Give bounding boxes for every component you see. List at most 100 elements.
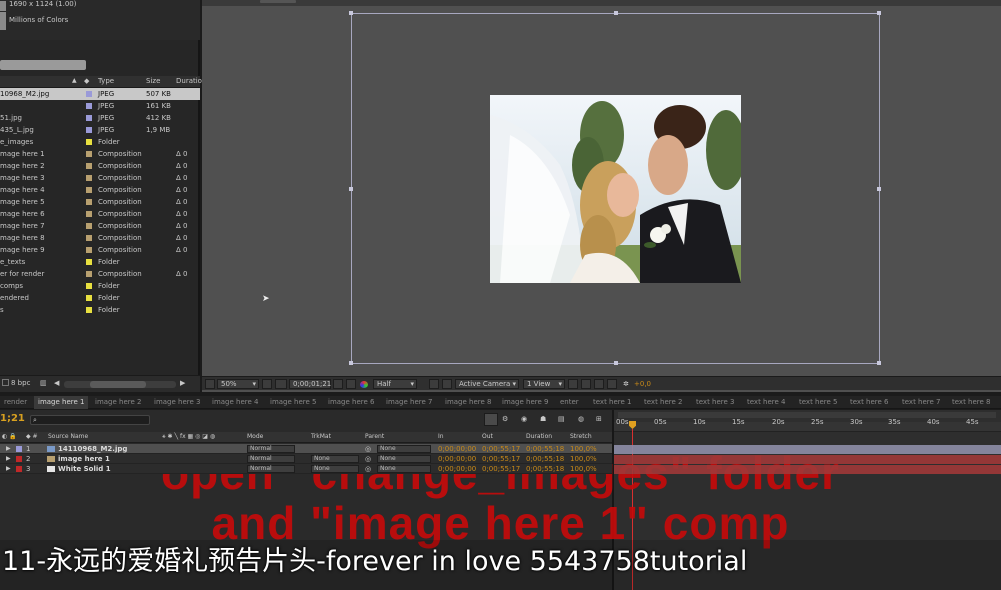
- timeline-tab[interactable]: text here 6: [846, 396, 893, 409]
- color-channel-icon[interactable]: [360, 381, 368, 388]
- project-item[interactable]: e_images Folder: [0, 136, 200, 148]
- exposure-value[interactable]: +0,0: [634, 378, 651, 390]
- column-stretch[interactable]: Stretch: [570, 431, 592, 443]
- scroll-left-icon[interactable]: ◀: [54, 377, 59, 389]
- project-item[interactable]: mage here 4 Composition Δ 0: [0, 184, 200, 196]
- layer-duration-bar[interactable]: [614, 455, 1001, 464]
- scroll-right-icon[interactable]: ▶: [180, 377, 185, 389]
- current-time-display[interactable]: 0;00;01;21: [289, 379, 331, 389]
- label-color-swatch[interactable]: [86, 151, 92, 157]
- region-of-interest-icon[interactable]: [275, 379, 287, 389]
- project-item[interactable]: mage here 2 Composition Δ 0: [0, 160, 200, 172]
- column-trkmat[interactable]: TrkMat: [311, 431, 331, 443]
- always-preview-icon[interactable]: [205, 379, 215, 389]
- label-color-swatch[interactable]: [86, 307, 92, 313]
- flowchart-view-icon[interactable]: [607, 379, 617, 389]
- layer-parent-select[interactable]: None: [377, 465, 431, 473]
- timeline-tab[interactable]: text here 1: [589, 396, 636, 409]
- timeline-tab[interactable]: image here 6: [324, 396, 378, 409]
- timeline-tab[interactable]: image here 4: [208, 396, 262, 409]
- frame-handle[interactable]: [349, 361, 353, 365]
- label-color-swatch[interactable]: [86, 115, 92, 121]
- timeline-tab[interactable]: text here 7: [898, 396, 945, 409]
- label-color-swatch[interactable]: [86, 235, 92, 241]
- timeline-tab[interactable]: text here 4: [743, 396, 790, 409]
- toggle-pixel-aspect-icon[interactable]: [568, 379, 578, 389]
- project-item[interactable]: er for render Composition Δ 0: [0, 268, 200, 280]
- draft-3d-icon[interactable]: ◉: [521, 413, 527, 425]
- label-color-swatch[interactable]: [16, 446, 22, 452]
- frame-handle[interactable]: [877, 11, 881, 15]
- timeline-tab[interactable]: image here 8: [441, 396, 495, 409]
- column-source-name[interactable]: Source Name: [48, 431, 88, 443]
- transparency-grid-icon[interactable]: [429, 379, 439, 389]
- twirl-icon[interactable]: ▶: [6, 463, 11, 475]
- column-parent[interactable]: Parent: [365, 431, 384, 443]
- column-size[interactable]: Size: [146, 75, 160, 87]
- exposure-icon[interactable]: ✲: [623, 378, 629, 390]
- project-item[interactable]: endered Folder: [0, 292, 200, 304]
- timeline-tab[interactable]: text here 2: [640, 396, 687, 409]
- column-type[interactable]: Type: [98, 75, 114, 87]
- timeline-tab[interactable]: image here 3: [150, 396, 204, 409]
- layer-trkmat-select[interactable]: None: [311, 455, 359, 463]
- project-item[interactable]: s Folder: [0, 304, 200, 316]
- label-color-swatch[interactable]: [86, 139, 92, 145]
- bit-depth-label[interactable]: 8 bpc: [11, 377, 30, 389]
- label-color-swatch[interactable]: [86, 187, 92, 193]
- timeline-tab[interactable]: text here 8: [948, 396, 995, 409]
- layer-parent-select[interactable]: None: [377, 455, 431, 463]
- comp-mini-flowchart-icon[interactable]: [484, 413, 498, 426]
- timeline-tab[interactable]: enter: [556, 396, 583, 409]
- layer-duration-bar[interactable]: [614, 445, 1001, 454]
- project-item[interactable]: JPEG 161 KB: [0, 100, 200, 112]
- timeline-tab[interactable]: image here 2: [91, 396, 145, 409]
- label-color-swatch[interactable]: [16, 466, 22, 472]
- label-color-swatch[interactable]: [86, 163, 92, 169]
- wedding-photo[interactable]: [490, 95, 741, 283]
- project-item[interactable]: mage here 1 Composition Δ 0: [0, 148, 200, 160]
- label-column-icon[interactable]: ◆ #: [26, 431, 38, 443]
- layer-out-point[interactable]: 0;00;55;17: [482, 463, 520, 475]
- timeline-current-time[interactable]: 1;21: [0, 413, 25, 424]
- fast-preview-icon[interactable]: [442, 379, 452, 389]
- label-color-swatch[interactable]: [86, 91, 92, 97]
- project-horizontal-scrollbar[interactable]: [64, 381, 176, 388]
- timeline-tab[interactable]: image here 7: [382, 396, 436, 409]
- project-item[interactable]: 435_L.jpg JPEG 1,9 MB: [0, 124, 200, 136]
- label-color-swatch[interactable]: [86, 199, 92, 205]
- timeline-search-input[interactable]: ⌕: [30, 415, 150, 425]
- timeline-tab[interactable]: render: [0, 396, 31, 409]
- layer-stretch[interactable]: 100,0%: [570, 463, 597, 475]
- live-update-icon[interactable]: ⚙: [502, 413, 508, 425]
- label-color-swatch[interactable]: [86, 295, 92, 301]
- label-color-swatch[interactable]: [86, 283, 92, 289]
- layer-mode-select[interactable]: Normal: [247, 465, 295, 473]
- snapshot-icon[interactable]: [333, 379, 343, 389]
- timeline-tab[interactable]: image here 1: [34, 396, 89, 409]
- av-features-icon[interactable]: ◐ 🔒: [2, 431, 17, 443]
- column-duration[interactable]: Duration: [526, 431, 552, 443]
- resolution-select[interactable]: Half ▾: [373, 379, 417, 389]
- project-item[interactable]: mage here 5 Composition Δ 0: [0, 196, 200, 208]
- project-item[interactable]: mage here 9 Composition Δ 0: [0, 244, 200, 256]
- frame-blending-icon[interactable]: ▤: [558, 413, 565, 425]
- delete-icon[interactable]: ▥: [40, 377, 47, 389]
- label-tag-icon[interactable]: ◆: [84, 75, 89, 87]
- frame-handle[interactable]: [877, 187, 881, 191]
- label-color-swatch[interactable]: [86, 223, 92, 229]
- label-color-swatch[interactable]: [86, 103, 92, 109]
- layer-parent-select[interactable]: None: [377, 445, 431, 453]
- label-color-swatch[interactable]: [86, 247, 92, 253]
- layer-row[interactable]: ▶ 3 White Solid 1 Normal None ◎ None 0;00;00;00…: [0, 464, 612, 474]
- label-color-swatch[interactable]: [86, 259, 92, 265]
- pick-whip-icon[interactable]: ◎: [365, 463, 371, 475]
- interpret-footage-icon[interactable]: [2, 379, 9, 386]
- project-item[interactable]: mage here 6 Composition Δ 0: [0, 208, 200, 220]
- project-item[interactable]: comps Folder: [0, 280, 200, 292]
- layer-mode-select[interactable]: Normal: [247, 455, 295, 463]
- view-layout-select[interactable]: 1 View ▾: [523, 379, 565, 389]
- label-color-swatch[interactable]: [86, 127, 92, 133]
- project-item[interactable]: mage here 7 Composition Δ 0: [0, 220, 200, 232]
- motion-blur-icon[interactable]: ◍: [578, 413, 584, 425]
